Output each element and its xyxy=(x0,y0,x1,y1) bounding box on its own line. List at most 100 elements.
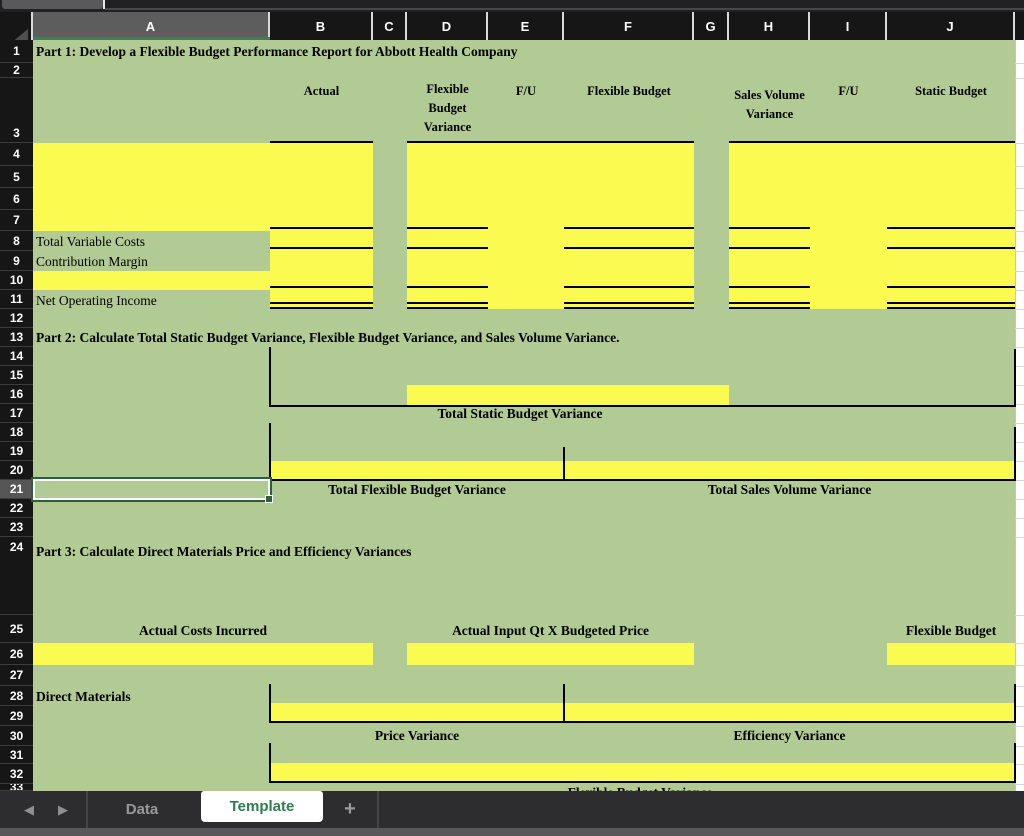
row-header-18[interactable]: 18 xyxy=(0,423,33,442)
gridline xyxy=(1015,746,1024,747)
row-header-2[interactable]: 2 xyxy=(0,63,33,78)
active-cell-selection[interactable] xyxy=(31,477,272,502)
row-header-19[interactable]: 19 xyxy=(0,442,33,461)
gridline xyxy=(1015,442,1024,443)
input-cells-actual[interactable] xyxy=(270,143,373,309)
row-header-13[interactable]: 13 xyxy=(0,328,33,347)
bracket-line xyxy=(1014,427,1016,481)
row-header-24[interactable]: 24 xyxy=(0,537,33,615)
row-header-10[interactable]: 10 xyxy=(0,271,33,290)
row-header-20[interactable]: 20 xyxy=(0,461,33,480)
row-header-9[interactable]: 9 xyxy=(0,251,33,271)
header-actual[interactable]: Actual xyxy=(270,82,373,102)
row-header-3[interactable]: 3 xyxy=(0,78,33,143)
row-header-27[interactable]: 27 xyxy=(0,665,33,686)
row-header-8[interactable]: 8 xyxy=(0,231,33,251)
header-static-budget[interactable]: Static Budget xyxy=(887,82,1015,102)
row-header-33[interactable]: 33 xyxy=(0,784,33,791)
column-header-f[interactable]: F xyxy=(564,12,694,40)
column-header-d[interactable]: D xyxy=(407,12,488,40)
row-header-23[interactable]: 23 xyxy=(0,518,33,537)
input-cell-actual-input-qt[interactable] xyxy=(407,643,694,665)
input-cell-total-static-budget-variance[interactable] xyxy=(407,385,729,405)
fill-handle[interactable] xyxy=(265,495,273,503)
row-label-direct-materials[interactable]: Direct Materials xyxy=(36,687,266,707)
header-sales-volume-variance[interactable]: Sales Volume Variance xyxy=(729,86,810,143)
header-flexible-budget[interactable]: Flexible Budget xyxy=(564,82,694,102)
gridline xyxy=(1015,726,1024,727)
header-flexible-budget-variance[interactable]: Flexible Budget Variance xyxy=(407,80,488,142)
row-header-5[interactable]: 5 xyxy=(0,166,33,188)
gridline xyxy=(1015,328,1024,329)
gridline xyxy=(1015,251,1024,252)
caption-efficiency-variance[interactable]: Efficiency Variance xyxy=(564,726,1015,746)
row-header-25[interactable]: 25 xyxy=(0,615,33,643)
input-cell-actual-costs[interactable] xyxy=(33,643,373,665)
input-cells-price-efficiency-variance[interactable] xyxy=(270,703,1015,721)
caption-actual-input-qt[interactable]: Actual Input Qt X Budgeted Price xyxy=(407,620,694,642)
input-cell-flexible-budget-variance[interactable] xyxy=(270,763,1015,781)
add-sheet-button[interactable]: + xyxy=(332,791,368,828)
name-box-fragment xyxy=(2,0,103,9)
row-header-16[interactable]: 16 xyxy=(0,385,33,404)
input-cell-a10[interactable] xyxy=(33,271,270,290)
column-header-b[interactable]: B xyxy=(270,12,373,40)
caption-price-variance[interactable]: Price Variance xyxy=(270,726,564,746)
select-all-button[interactable] xyxy=(0,12,33,48)
input-cell-a4-a7[interactable] xyxy=(33,143,270,231)
tab-template[interactable]: Template xyxy=(201,791,323,822)
row-header-12[interactable]: 12 xyxy=(0,309,33,328)
bracket-line xyxy=(269,423,271,481)
caption-total-flexible-budget-variance[interactable]: Total Flexible Budget Variance xyxy=(270,480,564,499)
column-header-h[interactable]: H xyxy=(729,12,810,40)
caption-total-sales-volume-variance[interactable]: Total Sales Volume Variance xyxy=(564,480,1015,499)
row-label-contribution-margin[interactable]: Contribution Margin xyxy=(36,252,266,271)
part2-title[interactable]: Part 2: Calculate Total Static Budget Va… xyxy=(36,328,996,347)
input-cells-flexible-and-sales-volume-variance[interactable] xyxy=(270,461,1015,479)
row-header-29[interactable]: 29 xyxy=(0,706,33,726)
row-header-21[interactable]: 21 xyxy=(0,480,33,499)
caption-flexible-budget-variance-clipped: Flexible Budget Variance xyxy=(460,783,820,791)
column-header-g[interactable]: G xyxy=(694,12,729,40)
row-header-17[interactable]: 17 xyxy=(0,404,33,423)
row-header-14[interactable]: 14 xyxy=(0,347,33,366)
row-header-32[interactable]: 32 xyxy=(0,764,33,784)
column-header-e[interactable]: E xyxy=(488,12,564,40)
row-header-30[interactable]: 30 xyxy=(0,726,33,746)
row-header-22[interactable]: 22 xyxy=(0,499,33,518)
row-header-26[interactable]: 26 xyxy=(0,643,33,665)
bracket-line xyxy=(269,721,1016,723)
caption-total-static-budget-variance[interactable]: Total Static Budget Variance xyxy=(270,404,770,423)
row-header-6[interactable]: 6 xyxy=(0,188,33,210)
tab-data[interactable]: Data xyxy=(92,791,192,828)
row-header-1[interactable]: 1 xyxy=(0,40,33,63)
part3-title[interactable]: Part 3: Calculate Direct Materials Price… xyxy=(36,542,996,562)
row-header-11[interactable]: 11 xyxy=(0,290,33,309)
input-cell-flexible-budget[interactable] xyxy=(887,643,1015,665)
caption-flexible-budget[interactable]: Flexible Budget xyxy=(887,620,1015,642)
gridline xyxy=(1015,347,1024,348)
row-header-7[interactable]: 7 xyxy=(0,210,33,231)
column-header-a[interactable]: A xyxy=(33,12,270,40)
row-header-4[interactable]: 4 xyxy=(0,143,33,166)
bracket-line xyxy=(563,684,565,723)
row-label-net-operating-income[interactable]: Net Operating Income xyxy=(36,291,266,310)
column-header-j[interactable]: J xyxy=(887,12,1015,40)
underline-segment xyxy=(729,227,810,229)
column-header-c[interactable]: C xyxy=(373,12,407,40)
part1-title[interactable]: Part 1: Develop a Flexible Budget Perfor… xyxy=(36,40,996,63)
column-header-i[interactable]: I xyxy=(810,12,887,40)
row-header-28[interactable]: 28 xyxy=(0,686,33,706)
header-fu-2[interactable]: F/U xyxy=(810,82,887,102)
header-fu-1[interactable]: F/U xyxy=(488,82,564,102)
row-header-31[interactable]: 31 xyxy=(0,746,33,764)
caption-actual-costs-incurred[interactable]: Actual Costs Incurred xyxy=(33,620,373,642)
input-cells-sales-volume-variance[interactable] xyxy=(729,143,1015,309)
row-header-15[interactable]: 15 xyxy=(0,366,33,385)
prev-sheet-arrow-icon[interactable]: ◀ xyxy=(14,791,44,828)
gridline xyxy=(1015,784,1024,785)
row-label-total-variable-costs[interactable]: Total Variable Costs xyxy=(36,232,266,251)
next-sheet-arrow-icon[interactable]: ▶ xyxy=(48,791,78,828)
gridline xyxy=(1015,686,1024,687)
input-cells-flexible-budget-variance[interactable] xyxy=(407,143,694,309)
